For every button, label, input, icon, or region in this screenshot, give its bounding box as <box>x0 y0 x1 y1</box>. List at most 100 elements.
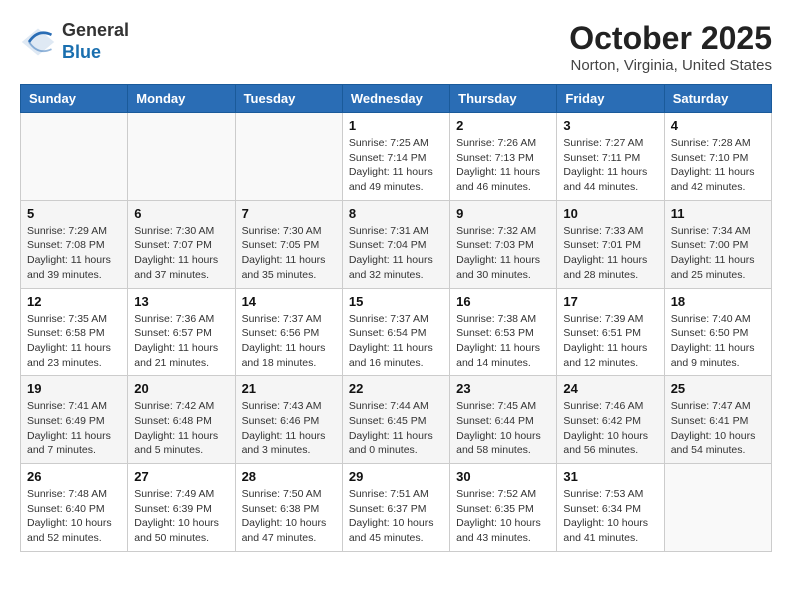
day-number: 23 <box>456 381 550 396</box>
calendar-cell: 28 Sunrise: 7:50 AM Sunset: 6:38 PM Dayli… <box>235 464 342 552</box>
calendar-cell: 7 Sunrise: 7:30 AM Sunset: 7:05 PM Daylig… <box>235 200 342 288</box>
calendar-cell <box>664 464 771 552</box>
day-info: Sunrise: 7:47 AM Sunset: 6:41 PM Dayligh… <box>671 399 765 458</box>
day-number: 4 <box>671 118 765 133</box>
calendar-cell: 31 Sunrise: 7:53 AM Sunset: 6:34 PM Dayli… <box>557 464 664 552</box>
calendar-cell <box>235 113 342 201</box>
day-info: Sunrise: 7:38 AM Sunset: 6:53 PM Dayligh… <box>456 312 550 371</box>
day-number: 15 <box>349 294 443 309</box>
location: Norton, Virginia, United States <box>569 57 772 74</box>
calendar-cell: 25 Sunrise: 7:47 AM Sunset: 6:41 PM Dayli… <box>664 376 771 464</box>
day-info: Sunrise: 7:53 AM Sunset: 6:34 PM Dayligh… <box>563 487 657 546</box>
day-number: 27 <box>134 469 228 484</box>
day-info: Sunrise: 7:48 AM Sunset: 6:40 PM Dayligh… <box>27 487 121 546</box>
day-info: Sunrise: 7:26 AM Sunset: 7:13 PM Dayligh… <box>456 136 550 195</box>
calendar-cell: 19 Sunrise: 7:41 AM Sunset: 6:49 PM Dayli… <box>21 376 128 464</box>
day-info: Sunrise: 7:37 AM Sunset: 6:56 PM Dayligh… <box>242 312 336 371</box>
calendar-cell: 16 Sunrise: 7:38 AM Sunset: 6:53 PM Dayli… <box>450 288 557 376</box>
calendar-cell: 20 Sunrise: 7:42 AM Sunset: 6:48 PM Dayli… <box>128 376 235 464</box>
day-number: 6 <box>134 206 228 221</box>
day-info: Sunrise: 7:51 AM Sunset: 6:37 PM Dayligh… <box>349 487 443 546</box>
calendar-week-row: 19 Sunrise: 7:41 AM Sunset: 6:49 PM Dayli… <box>21 376 772 464</box>
day-info: Sunrise: 7:40 AM Sunset: 6:50 PM Dayligh… <box>671 312 765 371</box>
day-number: 25 <box>671 381 765 396</box>
day-number: 30 <box>456 469 550 484</box>
day-info: Sunrise: 7:30 AM Sunset: 7:07 PM Dayligh… <box>134 224 228 283</box>
day-number: 22 <box>349 381 443 396</box>
day-info: Sunrise: 7:30 AM Sunset: 7:05 PM Dayligh… <box>242 224 336 283</box>
calendar-table: SundayMondayTuesdayWednesdayThursdayFrid… <box>20 84 772 552</box>
calendar-cell: 21Sunrise: 7:43 AM Sunset: 6:46 PM Dayli… <box>235 376 342 464</box>
calendar-cell: 22 Sunrise: 7:44 AM Sunset: 6:45 PM Dayli… <box>342 376 449 464</box>
day-number: 17 <box>563 294 657 309</box>
day-info: Sunrise: 7:39 AM Sunset: 6:51 PM Dayligh… <box>563 312 657 371</box>
calendar-week-row: 1Sunrise: 7:25 AM Sunset: 7:14 PM Daylig… <box>21 113 772 201</box>
logo-blue: Blue <box>62 42 129 64</box>
day-number: 1 <box>349 118 443 133</box>
calendar-cell <box>128 113 235 201</box>
calendar-cell: 6 Sunrise: 7:30 AM Sunset: 7:07 PM Daylig… <box>128 200 235 288</box>
day-number: 16 <box>456 294 550 309</box>
calendar-cell: 26 Sunrise: 7:48 AM Sunset: 6:40 PM Dayli… <box>21 464 128 552</box>
day-info: Sunrise: 7:27 AM Sunset: 7:11 PM Dayligh… <box>563 136 657 195</box>
day-number: 2 <box>456 118 550 133</box>
calendar-cell: 5 Sunrise: 7:29 AM Sunset: 7:08 PM Daylig… <box>21 200 128 288</box>
calendar-cell: 8Sunrise: 7:31 AM Sunset: 7:04 PM Daylig… <box>342 200 449 288</box>
calendar-cell: 10Sunrise: 7:33 AM Sunset: 7:01 PM Dayli… <box>557 200 664 288</box>
day-number: 26 <box>27 469 121 484</box>
day-info: Sunrise: 7:42 AM Sunset: 6:48 PM Dayligh… <box>134 399 228 458</box>
page-header: General Blue October 2025 Norton, Virgin… <box>20 20 772 74</box>
calendar-cell: 18 Sunrise: 7:40 AM Sunset: 6:50 PM Dayli… <box>664 288 771 376</box>
day-info: Sunrise: 7:37 AM Sunset: 6:54 PM Dayligh… <box>349 312 443 371</box>
day-number: 20 <box>134 381 228 396</box>
weekday-header-cell: Monday <box>128 85 235 113</box>
day-info: Sunrise: 7:44 AM Sunset: 6:45 PM Dayligh… <box>349 399 443 458</box>
weekday-header-row: SundayMondayTuesdayWednesdayThursdayFrid… <box>21 85 772 113</box>
day-info: Sunrise: 7:35 AM Sunset: 6:58 PM Dayligh… <box>27 312 121 371</box>
day-number: 28 <box>242 469 336 484</box>
day-info: Sunrise: 7:36 AM Sunset: 6:57 PM Dayligh… <box>134 312 228 371</box>
title-block: October 2025 Norton, Virginia, United St… <box>569 20 772 74</box>
day-info: Sunrise: 7:32 AM Sunset: 7:03 PM Dayligh… <box>456 224 550 283</box>
calendar-cell: 2 Sunrise: 7:26 AM Sunset: 7:13 PM Daylig… <box>450 113 557 201</box>
calendar-cell: 23 Sunrise: 7:45 AM Sunset: 6:44 PM Dayli… <box>450 376 557 464</box>
day-number: 24 <box>563 381 657 396</box>
calendar-cell: 14 Sunrise: 7:37 AM Sunset: 6:56 PM Dayli… <box>235 288 342 376</box>
weekday-header-cell: Saturday <box>664 85 771 113</box>
day-number: 7 <box>242 206 336 221</box>
day-number: 8 <box>349 206 443 221</box>
day-info: Sunrise: 7:43 AM Sunset: 6:46 PM Dayligh… <box>242 399 336 458</box>
calendar-cell: 12 Sunrise: 7:35 AM Sunset: 6:58 PM Dayli… <box>21 288 128 376</box>
calendar-cell: 29Sunrise: 7:51 AM Sunset: 6:37 PM Dayli… <box>342 464 449 552</box>
day-number: 3 <box>563 118 657 133</box>
day-info: Sunrise: 7:33 AM Sunset: 7:01 PM Dayligh… <box>563 224 657 283</box>
day-number: 19 <box>27 381 121 396</box>
calendar-cell: 27Sunrise: 7:49 AM Sunset: 6:39 PM Dayli… <box>128 464 235 552</box>
day-number: 31 <box>563 469 657 484</box>
day-number: 5 <box>27 206 121 221</box>
day-number: 12 <box>27 294 121 309</box>
calendar-cell: 24Sunrise: 7:46 AM Sunset: 6:42 PM Dayli… <box>557 376 664 464</box>
month-title: October 2025 <box>569 20 772 57</box>
day-info: Sunrise: 7:50 AM Sunset: 6:38 PM Dayligh… <box>242 487 336 546</box>
day-number: 9 <box>456 206 550 221</box>
calendar-body: 1Sunrise: 7:25 AM Sunset: 7:14 PM Daylig… <box>21 113 772 552</box>
weekday-header-cell: Sunday <box>21 85 128 113</box>
calendar-cell: 11Sunrise: 7:34 AM Sunset: 7:00 PM Dayli… <box>664 200 771 288</box>
calendar-cell: 1Sunrise: 7:25 AM Sunset: 7:14 PM Daylig… <box>342 113 449 201</box>
weekday-header-cell: Tuesday <box>235 85 342 113</box>
calendar-cell: 15 Sunrise: 7:37 AM Sunset: 6:54 PM Dayli… <box>342 288 449 376</box>
day-number: 18 <box>671 294 765 309</box>
logo-general: General <box>62 20 129 42</box>
calendar-cell: 13Sunrise: 7:36 AM Sunset: 6:57 PM Dayli… <box>128 288 235 376</box>
weekday-header-cell: Friday <box>557 85 664 113</box>
day-number: 14 <box>242 294 336 309</box>
weekday-header-cell: Wednesday <box>342 85 449 113</box>
day-info: Sunrise: 7:45 AM Sunset: 6:44 PM Dayligh… <box>456 399 550 458</box>
day-info: Sunrise: 7:29 AM Sunset: 7:08 PM Dayligh… <box>27 224 121 283</box>
day-info: Sunrise: 7:28 AM Sunset: 7:10 PM Dayligh… <box>671 136 765 195</box>
calendar-cell: 3 Sunrise: 7:27 AM Sunset: 7:11 PM Daylig… <box>557 113 664 201</box>
logo: General Blue <box>20 20 129 63</box>
calendar-cell: 9 Sunrise: 7:32 AM Sunset: 7:03 PM Daylig… <box>450 200 557 288</box>
day-info: Sunrise: 7:41 AM Sunset: 6:49 PM Dayligh… <box>27 399 121 458</box>
